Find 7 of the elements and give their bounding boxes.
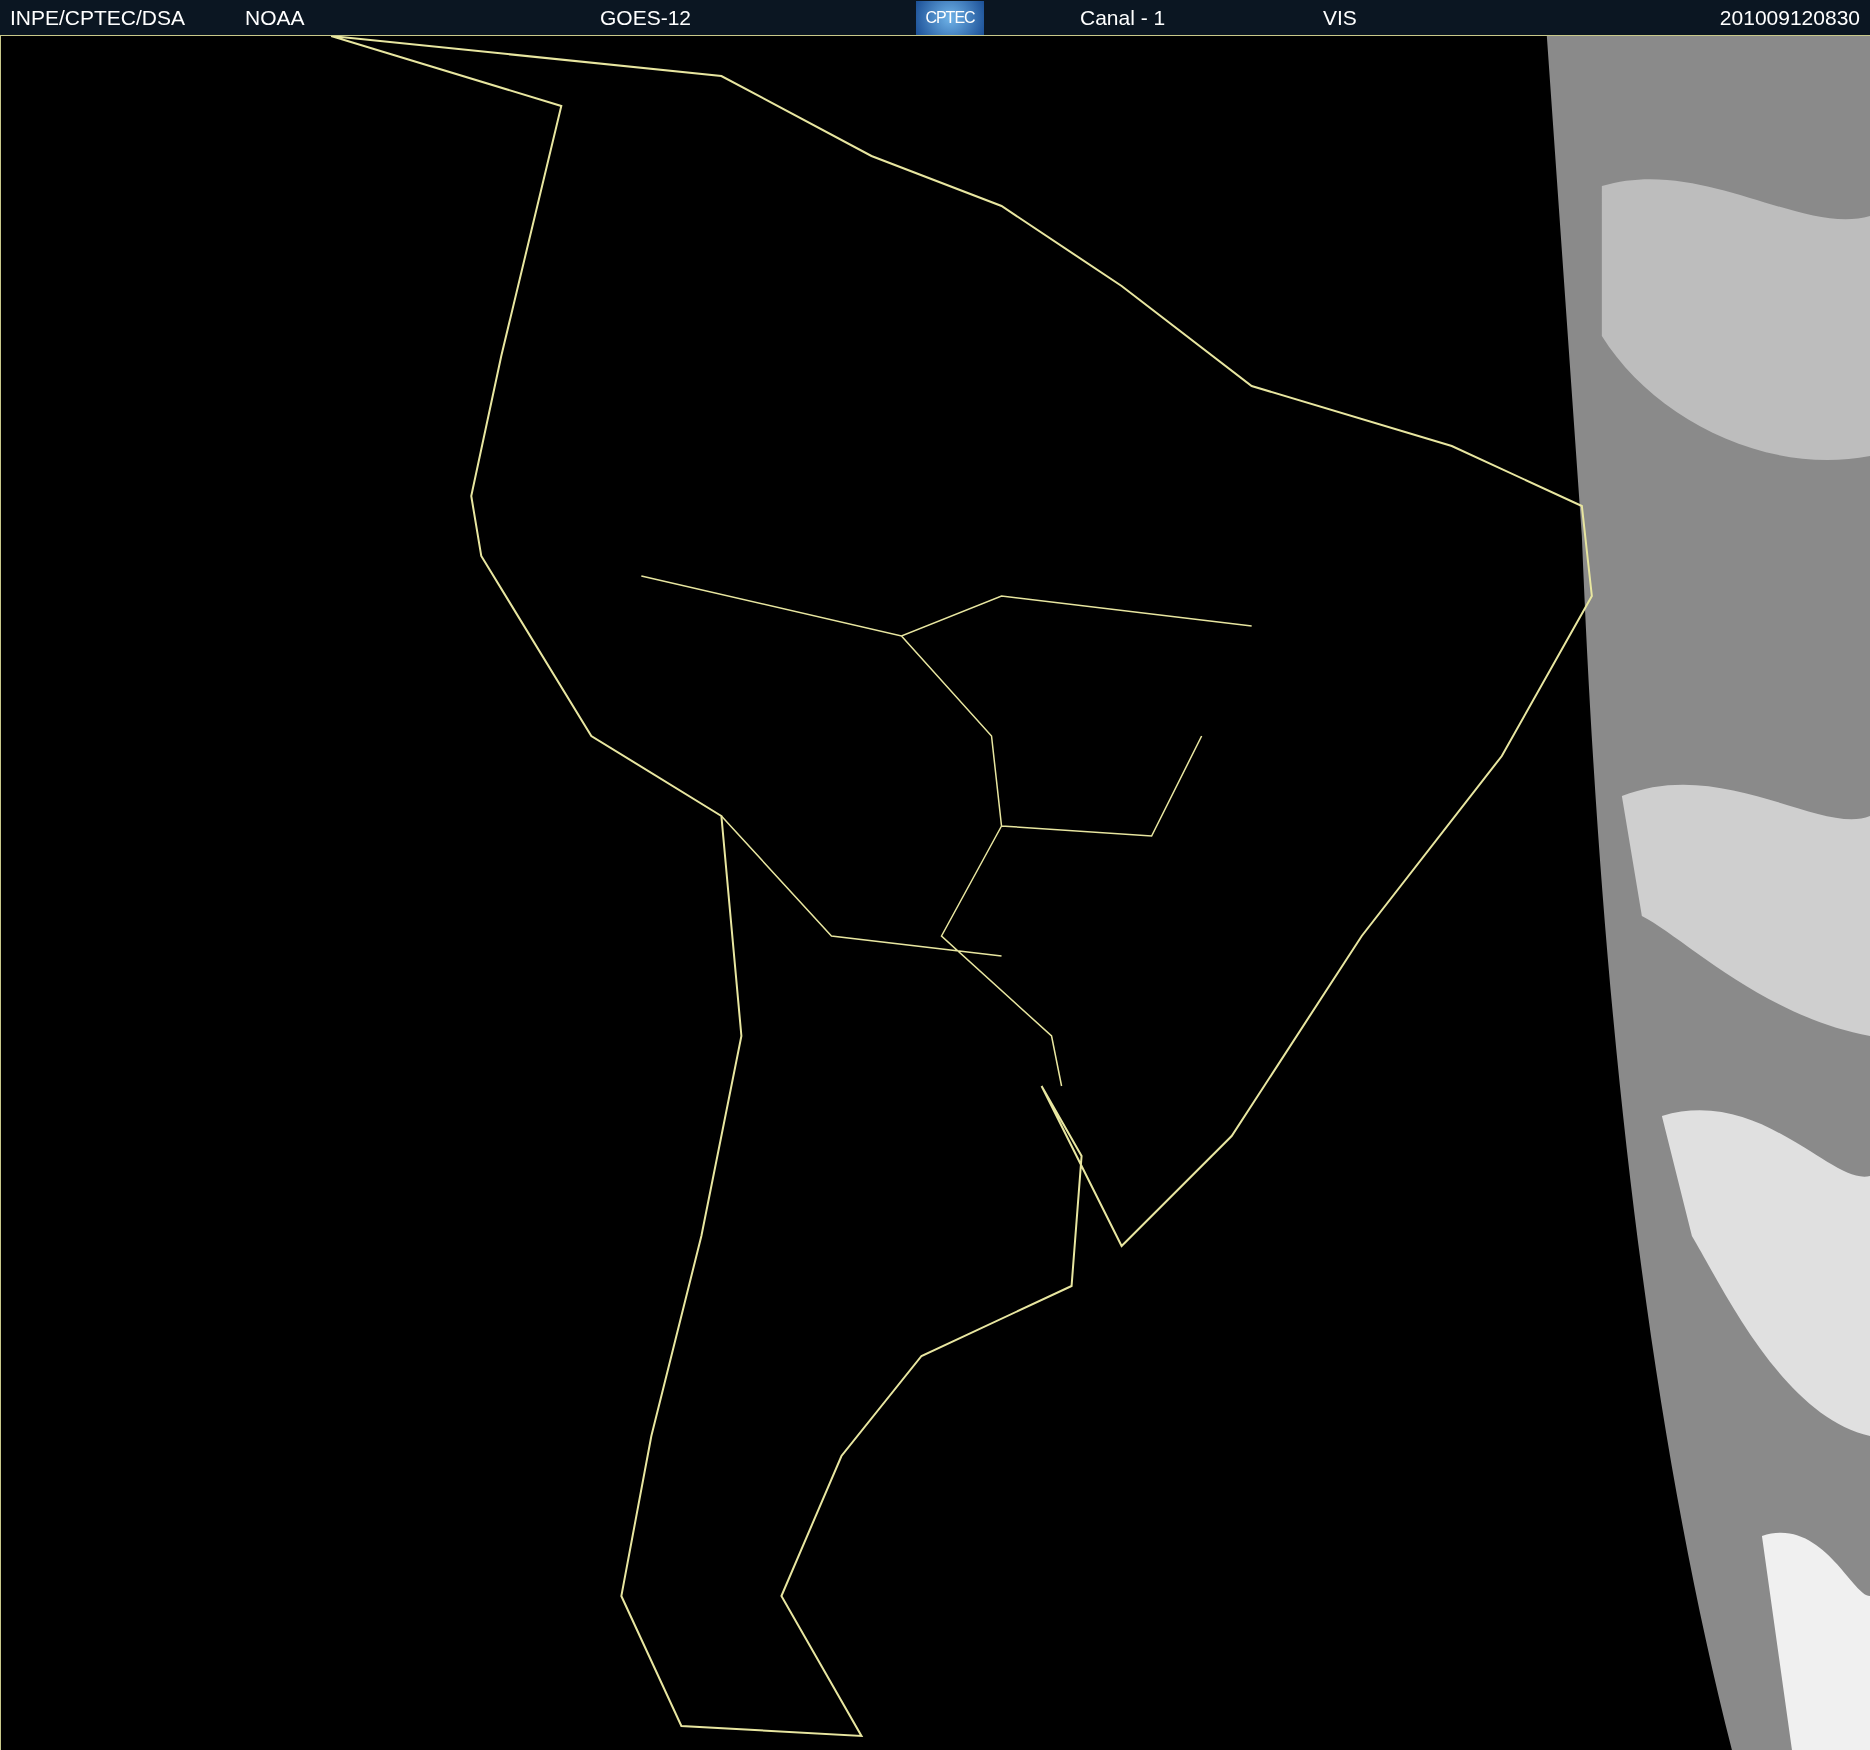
header-label: Canal - 1 [1080, 4, 1167, 31]
header-label: 201009120830 [1719, 4, 1860, 31]
logo: CPTEC [916, 0, 984, 35]
header-label: INPE/CPTEC/DSA [10, 4, 187, 31]
header-label: NOAA [245, 4, 306, 31]
header-label: VIS [1323, 4, 1358, 31]
header-label: GOES-12 [600, 4, 693, 31]
